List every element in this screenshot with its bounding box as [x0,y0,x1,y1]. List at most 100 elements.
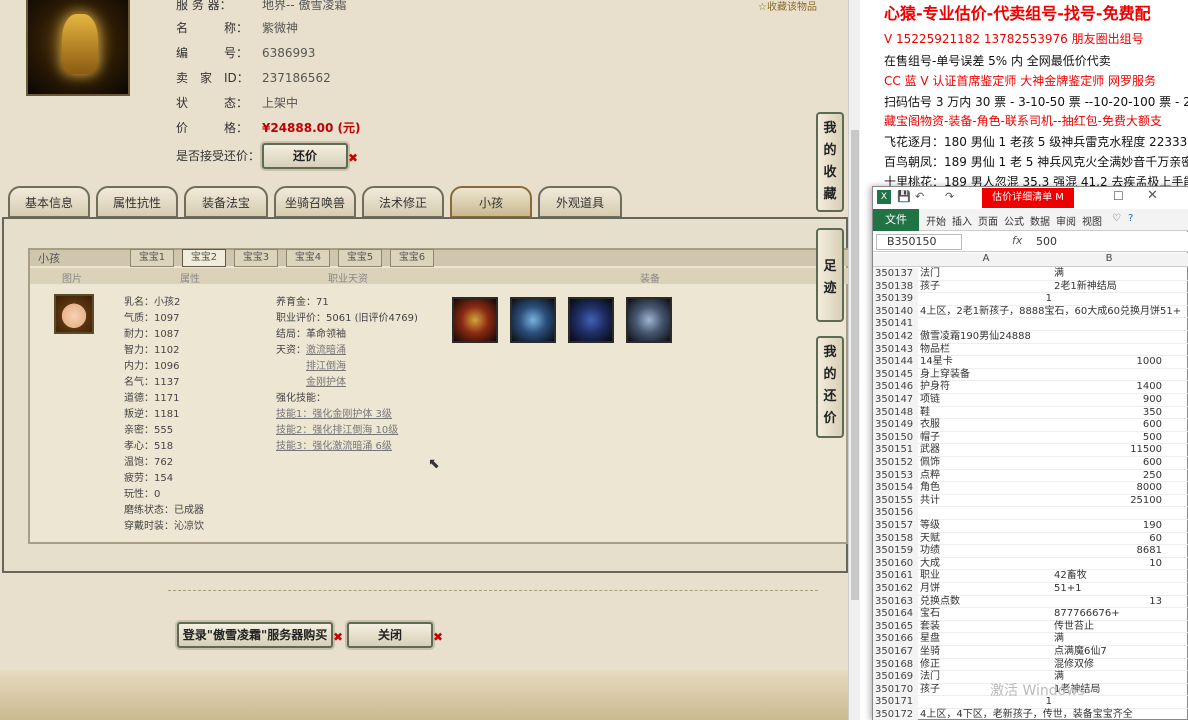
cell-a[interactable]: 傲雪凌霜190男仙24888 [920,331,1052,344]
cell-a[interactable]: 宝石 [920,608,1052,621]
ribbon-tab-formulas[interactable]: 公式 [1004,213,1024,228]
row-number[interactable]: 350164 [873,608,918,621]
cell-a[interactable]: 鞋 [920,407,1052,420]
row-number[interactable]: 350171 [873,696,918,709]
cell-b[interactable]: 2老1新神结局 [1054,281,1162,294]
cell-a[interactable]: 项链 [920,394,1052,407]
cell-b[interactable]: 42畜牧 [1054,570,1162,583]
cell-a[interactable]: 大成 [920,558,1052,571]
cell-b[interactable]: 10 [1054,558,1162,571]
file-tab[interactable]: 文件 [873,209,919,231]
undo-icon[interactable]: ↶ [915,190,924,203]
subtab-baby6[interactable]: 宝宝6 [390,249,434,267]
formula-input[interactable]: 500 [1036,235,1057,248]
row-number[interactable]: 350167 [873,646,918,659]
tab-basic-info[interactable]: 基本信息 [8,186,90,218]
cell-a[interactable]: 孩子 [920,281,1052,294]
vertical-scrollbar[interactable] [848,0,860,720]
row-number[interactable]: 350145 [873,368,918,382]
column-header-b[interactable]: B [1054,253,1164,264]
ribbon-tab-home[interactable]: 开始 [926,213,946,228]
cell-a[interactable]: 天赋 [920,533,1052,546]
cell-a[interactable]: 14星卡 [920,356,1052,369]
subtab-baby2[interactable]: 宝宝2 [182,249,226,267]
fx-icon[interactable]: fx [1012,234,1022,247]
cell-a[interactable]: 身上穿装备 [920,369,1052,382]
skill-link-1[interactable]: 技能1：强化金刚护体 3级 [276,407,392,422]
row-number[interactable]: 350151 [873,444,918,457]
cell-b[interactable]: 传世苔止 [1054,621,1162,634]
row-number[interactable]: 350147 [873,394,918,407]
cell-a[interactable]: 4上区，4下区，老新孩子，传世，装备宝宝齐全 [920,709,1133,720]
close-button[interactable]: 关闭 ✖ [347,622,443,648]
subtab-baby3[interactable]: 宝宝3 [234,249,278,267]
equipment-slot-3[interactable] [568,297,614,343]
row-number[interactable]: 350160 [873,557,918,571]
close-icon[interactable]: ✕ [1147,188,1158,203]
my-favorites-button[interactable]: 我的收藏 [816,112,844,212]
talent-link-1[interactable]: 激流暗涌 [306,343,346,358]
cell-b[interactable]: 500 [1054,432,1162,445]
cell-b[interactable]: 877766676+ [1054,608,1162,621]
row-number[interactable]: 350158 [873,532,918,546]
column-header-a[interactable]: A [918,253,1054,264]
cell-a[interactable]: 法门 [920,268,1052,281]
row-number[interactable]: 350163 [873,595,918,609]
cell-a[interactable]: 护身符 [920,381,1052,394]
cell-a[interactable]: 1 [920,293,1052,306]
cell-b[interactable]: 1000 [1054,356,1162,369]
talent-link-3[interactable]: 金刚护体 [306,375,346,390]
ribbon-tab-view[interactable]: 视图 [1082,213,1102,228]
row-number[interactable]: 350144 [873,356,918,369]
tab-child[interactable]: 小孩 [450,186,532,218]
cell-a[interactable]: 星盘 [920,633,1052,646]
cell-b[interactable]: 8000 [1054,482,1162,495]
cell-b[interactable]: 满 [1054,268,1162,281]
row-number[interactable]: 350149 [873,419,918,432]
cell-a[interactable]: 角色 [920,482,1052,495]
cell-b[interactable]: 190 [1054,520,1162,533]
cell-b[interactable]: 点满魔6仙7 [1054,646,1162,659]
help-icon[interactable]: ? [1128,213,1133,224]
cell-a[interactable]: 功绩 [920,545,1052,558]
cell-b[interactable]: 25100 [1054,495,1162,508]
row-number[interactable]: 350137 [873,268,918,281]
favorite-link[interactable]: ☆收藏该物品 [758,0,817,13]
cell-b[interactable]: 混修双修 [1054,659,1162,672]
cell-b[interactable]: 满 [1054,633,1162,646]
tab-mounts[interactable]: 坐骑召唤兽 [274,186,356,218]
subtab-baby1[interactable]: 宝宝1 [130,249,174,267]
cell-a[interactable]: 修正 [920,659,1052,672]
row-number[interactable]: 350155 [873,494,918,508]
row-number[interactable]: 350138 [873,280,918,294]
my-bargain-button[interactable]: 我的还价 [816,336,844,438]
name-box[interactable]: B350150 [876,234,962,250]
tab-equipment[interactable]: 装备法宝 [184,186,268,218]
cell-b[interactable]: 900 [1054,394,1162,407]
cell-b[interactable]: 250 [1054,470,1162,483]
cell-b[interactable]: 11500 [1054,444,1162,457]
cell-a[interactable]: 物品栏 [920,344,1052,357]
row-number[interactable]: 350150 [873,431,918,445]
row-number[interactable]: 350172 [873,709,918,720]
equipment-slot-1[interactable] [452,297,498,343]
row-number[interactable]: 350170 [873,683,918,697]
bargain-button[interactable]: 还价 ✖ [262,143,358,169]
cell-a[interactable]: 佩饰 [920,457,1052,470]
cell-b[interactable]: 600 [1054,419,1162,432]
skill-link-2[interactable]: 技能2：强化排江倒海 10级 [276,423,398,438]
subtab-baby5[interactable]: 宝宝5 [338,249,382,267]
subtab-baby4[interactable]: 宝宝4 [286,249,330,267]
tab-appearance[interactable]: 外观道具 [538,186,622,218]
tab-attributes[interactable]: 属性抗性 [96,186,178,218]
lightbulb-icon[interactable]: ♡ [1112,213,1121,224]
row-number[interactable]: 350146 [873,381,918,394]
cell-a[interactable]: 套装 [920,621,1052,634]
equipment-slot-2[interactable] [510,297,556,343]
cell-a[interactable]: 兑换点数 [920,596,1052,609]
tab-spells[interactable]: 法术修正 [362,186,444,218]
row-number[interactable]: 350143 [873,343,918,357]
cell-a[interactable]: 4上区，2老1新孩子，8888宝石，60大成60兑换月饼51+ [920,306,1181,319]
ribbon-tab-review[interactable]: 审阅 [1056,213,1076,228]
talent-link-2[interactable]: 排江倒海 [306,359,346,374]
